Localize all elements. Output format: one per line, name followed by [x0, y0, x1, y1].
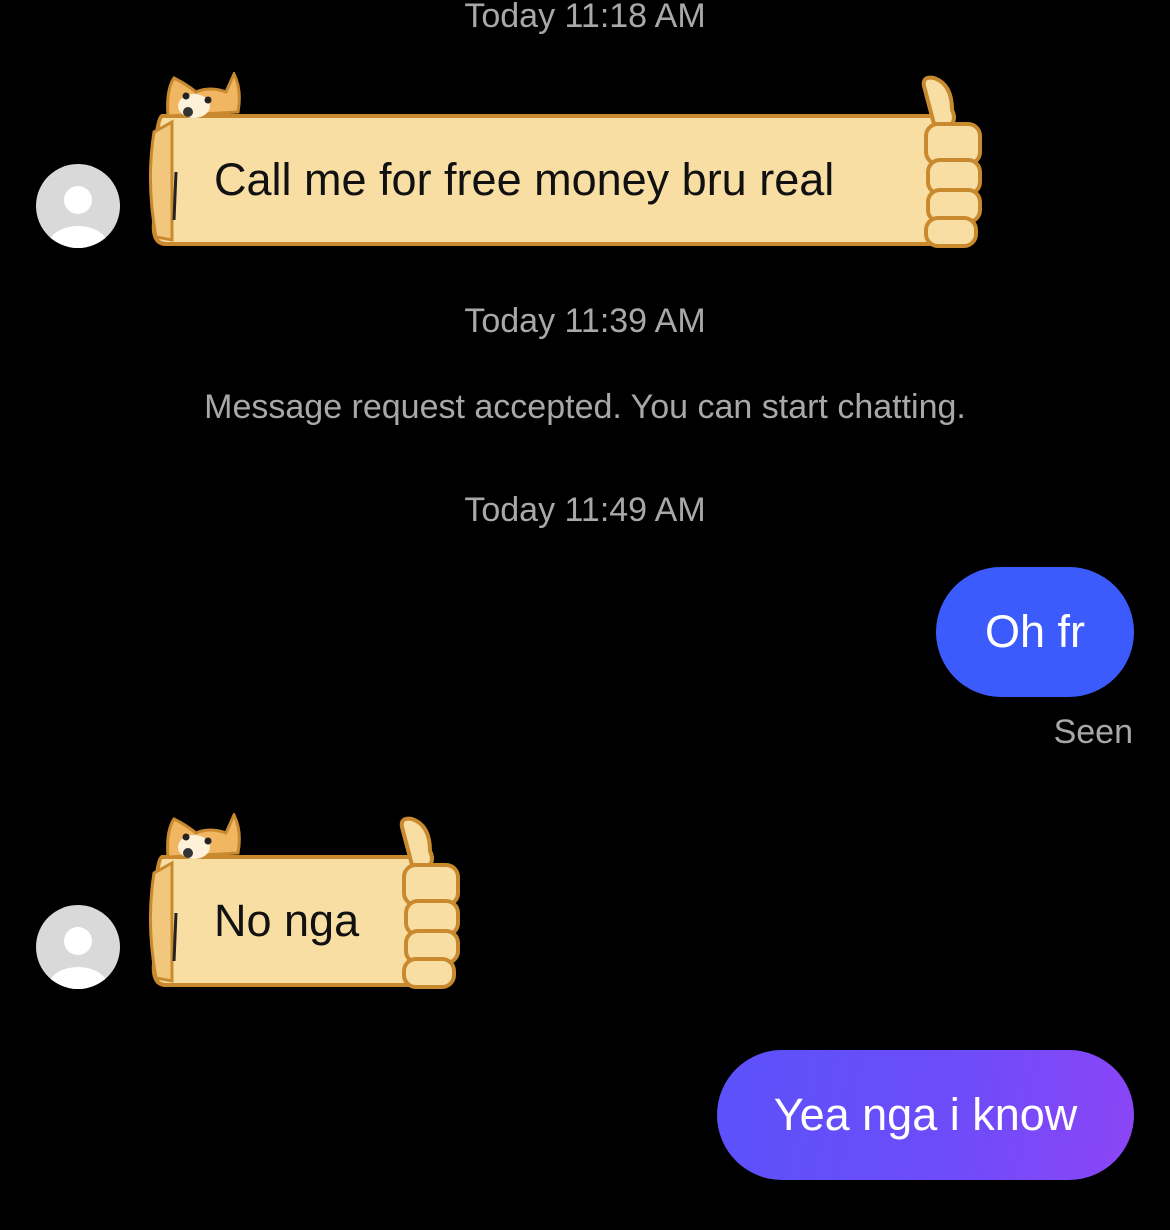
sender-avatar[interactable]	[36, 164, 120, 248]
sender-avatar[interactable]	[36, 905, 120, 989]
message-text: No nga	[214, 895, 360, 946]
sent-message-bubble[interactable]: Oh fr	[936, 567, 1134, 697]
timestamp: Today 11:49 AM	[464, 491, 706, 529]
message-request-accepted-note: Message request accepted. You can start …	[204, 388, 966, 426]
received-message-bubble[interactable]: No nga	[144, 813, 464, 991]
received-message-bubble[interactable]: Call me for free money bru real	[144, 72, 986, 250]
message-text: Call me for free money bru real	[214, 154, 835, 205]
timestamp: Today 11:18 AM	[464, 0, 706, 35]
default-person-icon	[48, 186, 108, 248]
message-text: Yea nga i know	[773, 1089, 1078, 1140]
seen-status: Seen	[1053, 713, 1133, 751]
sent-message-bubble[interactable]: Yea nga i know	[717, 1050, 1134, 1180]
message-text: Oh fr	[984, 606, 1086, 657]
default-person-icon	[48, 927, 108, 989]
timestamp: Today 11:39 AM	[464, 302, 706, 340]
